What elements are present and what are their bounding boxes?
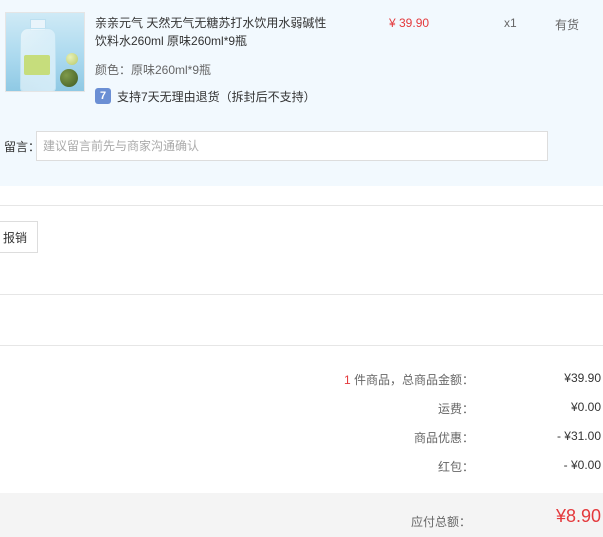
divider (0, 205, 603, 206)
invoice-button-label: 报销 (2, 230, 27, 245)
product-thumbnail[interactable] (5, 12, 85, 92)
summary-shipping-row: 运费： ¥0.00 (0, 400, 603, 420)
payable-total-bar: 应付总额： ¥8.90 (0, 493, 603, 537)
payable-value: ¥8.90 (555, 506, 601, 526)
items-total-value: ¥39.90 (564, 371, 601, 385)
seven-day-return-icon: 7 (95, 88, 111, 104)
discount-value: - ¥31.00 (556, 429, 601, 443)
hongbao-label: 红包： (437, 460, 474, 474)
product-quantity: x1 (504, 16, 517, 30)
memo-label: 留言： (4, 140, 41, 154)
summary-hongbao-row: 红包： - ¥0.00 (0, 458, 603, 478)
hongbao-value: - ¥0.00 (563, 458, 601, 472)
items-label-text: 件商品，总商品金额： (350, 373, 474, 387)
lemon-shape (66, 53, 78, 65)
product-title-line1[interactable]: 亲亲元气 天然无气无糖苏打水饮用水弱碱性 (95, 14, 340, 32)
summary-discount-row: 商品优惠： - ¥31.00 (0, 429, 603, 449)
product-title-line2[interactable]: 饮料水260ml 原味260ml*9瓶 (95, 32, 340, 50)
return-policy: 7 支持7天无理由退货（拆封后不支持） (95, 87, 316, 105)
order-item-panel: 亲亲元气 天然无气无糖苏打水饮用水弱碱性 饮料水260ml 原味260ml*9瓶… (0, 0, 603, 186)
item-count: 1 (343, 373, 351, 387)
bottle-label-shape (24, 55, 50, 75)
summary-items-label: 1 件商品，总商品金额： (344, 371, 474, 388)
product-title[interactable]: 亲亲元气 天然无气无糖苏打水饮用水弱碱性 饮料水260ml 原味260ml*9瓶 (95, 14, 340, 50)
stock-status: 有货 (555, 18, 580, 32)
lime-shape (60, 69, 78, 87)
product-price: ¥ 39.90 (389, 16, 430, 30)
summary-items-row: 1 件商品，总商品金额： ¥39.90 (0, 371, 603, 391)
discount-label: 商品优惠： (413, 431, 474, 445)
shipping-value: ¥0.00 (570, 400, 601, 414)
divider (0, 294, 603, 295)
memo-input[interactable] (36, 131, 548, 161)
product-spec: 颜色：原味260ml*9瓶 (95, 63, 212, 77)
shipping-label: 运费： (437, 402, 474, 416)
payable-label: 应付总额： (410, 515, 471, 529)
divider (0, 345, 603, 346)
return-policy-text: 支持7天无理由退货（拆封后不支持） (117, 89, 316, 104)
invoice-button[interactable]: 报销 (0, 221, 38, 253)
